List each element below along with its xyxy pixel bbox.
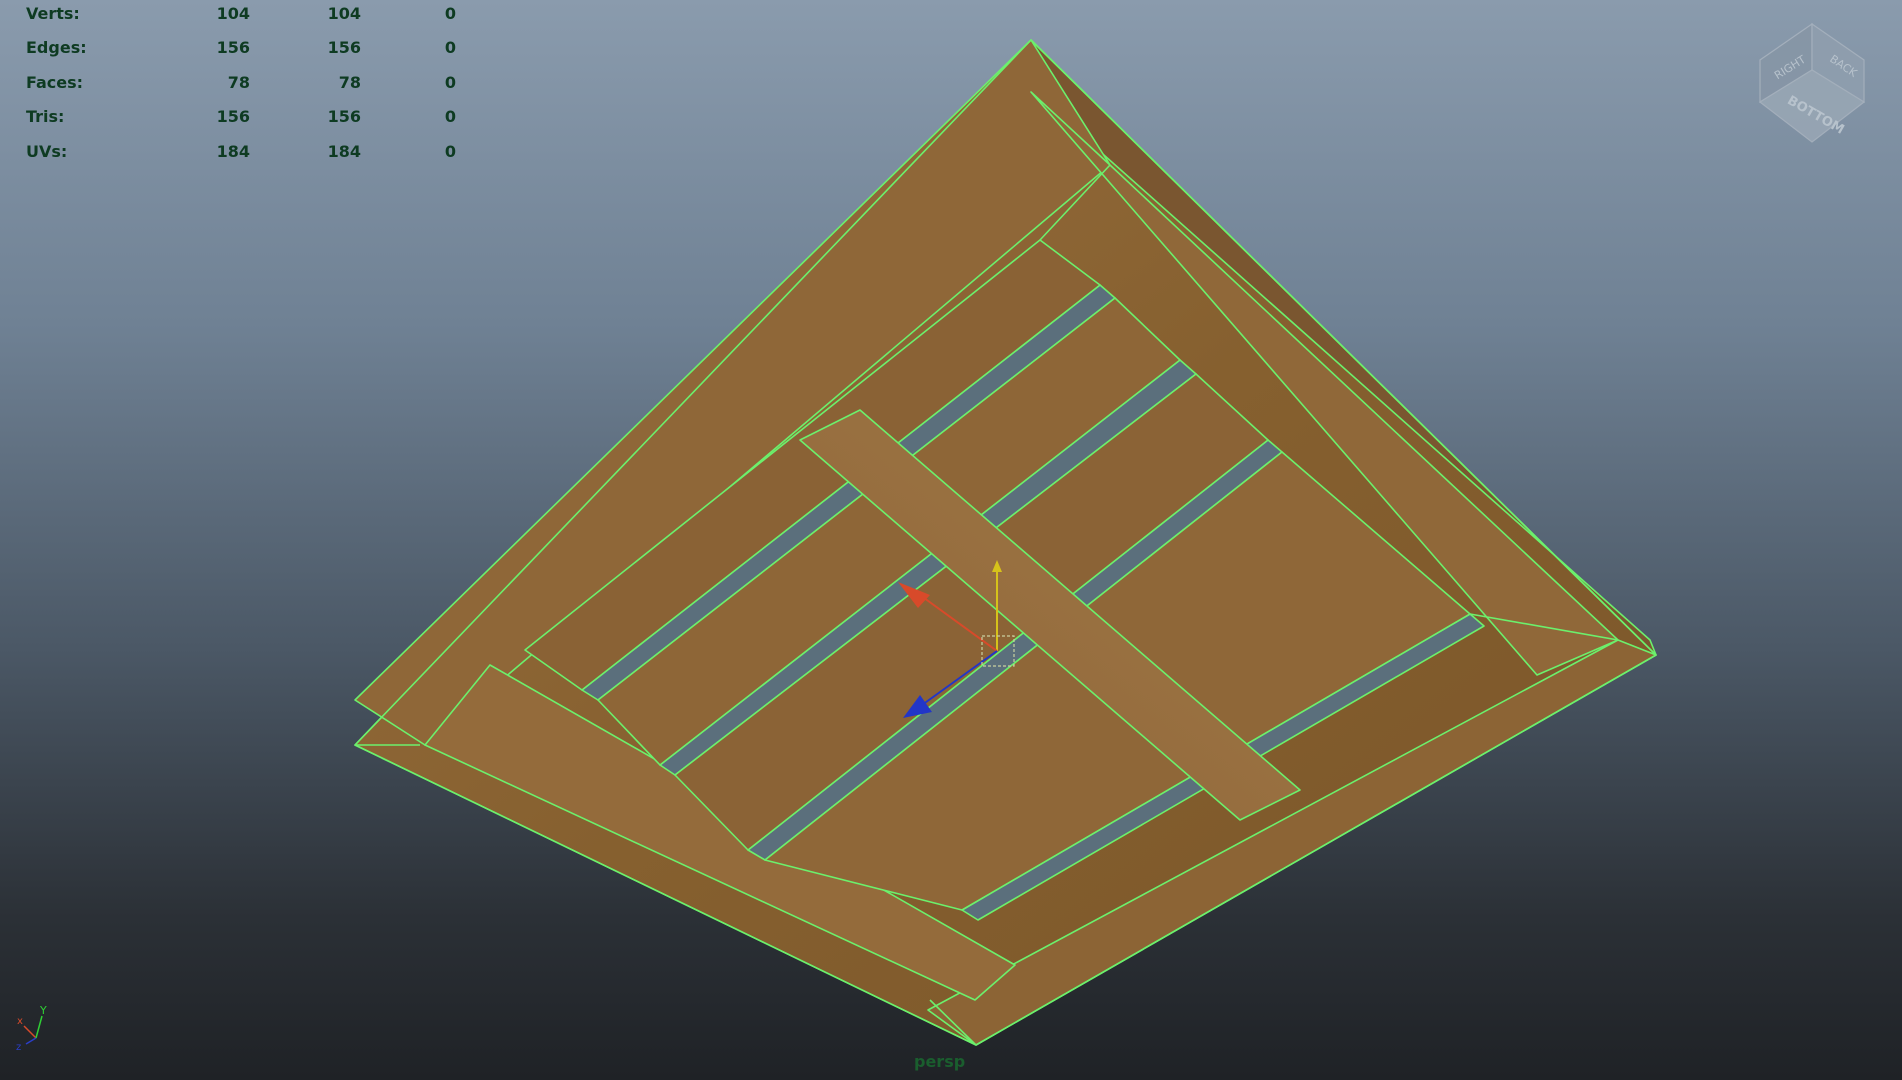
camera-name-label: persp [914, 1052, 966, 1071]
hud-value: 0 [444, 38, 456, 58]
hud-row-tris: Tris: 156 156 0 [26, 107, 456, 141]
viewcube[interactable]: RIGHT BACK BOTTOM [1748, 20, 1876, 160]
axis-y-line [35, 1015, 43, 1039]
hud-value: 184 [216, 141, 250, 161]
hud-value: 156 [327, 107, 361, 127]
hud-row-verts: Verts: 104 104 0 [26, 4, 456, 38]
hud-row-edges: Edges: 156 156 0 [26, 38, 456, 72]
hud-label: Edges: [26, 38, 87, 58]
hud-row-uvs: UVs: 184 184 0 [26, 142, 456, 176]
hud-label: Verts: [26, 4, 80, 23]
hud-value: 184 [327, 141, 361, 161]
poly-count-hud: Verts: 104 104 0 Edges: 156 156 0 Faces:… [26, 4, 456, 176]
axis-x-label: x [17, 1016, 23, 1027]
hud-value: 104 [327, 4, 361, 23]
hud-value: 156 [216, 38, 250, 58]
hud-value: 0 [444, 141, 456, 161]
hud-label: Tris: [26, 107, 65, 127]
hud-value: 0 [444, 107, 456, 127]
hud-value: 0 [444, 4, 456, 23]
hud-label: Faces: [26, 72, 84, 92]
axis-z-label: z [16, 1042, 21, 1052]
hud-label: UVs: [26, 141, 68, 161]
hud-value: 78 [227, 72, 250, 92]
axis-z-line [25, 1037, 37, 1045]
hud-value: 78 [338, 72, 361, 92]
axis-indicator: x Y z [16, 1004, 47, 1052]
hud-value: 104 [216, 4, 250, 23]
axis-y-label: Y [39, 1004, 47, 1017]
hud-row-faces: Faces: 78 78 0 [26, 73, 456, 107]
hud-value: 156 [216, 107, 250, 127]
axis-x-line [23, 1025, 37, 1039]
hud-value: 0 [444, 72, 456, 92]
hud-value: 156 [327, 38, 361, 58]
pallet-mesh[interactable] [354, 39, 1657, 1046]
